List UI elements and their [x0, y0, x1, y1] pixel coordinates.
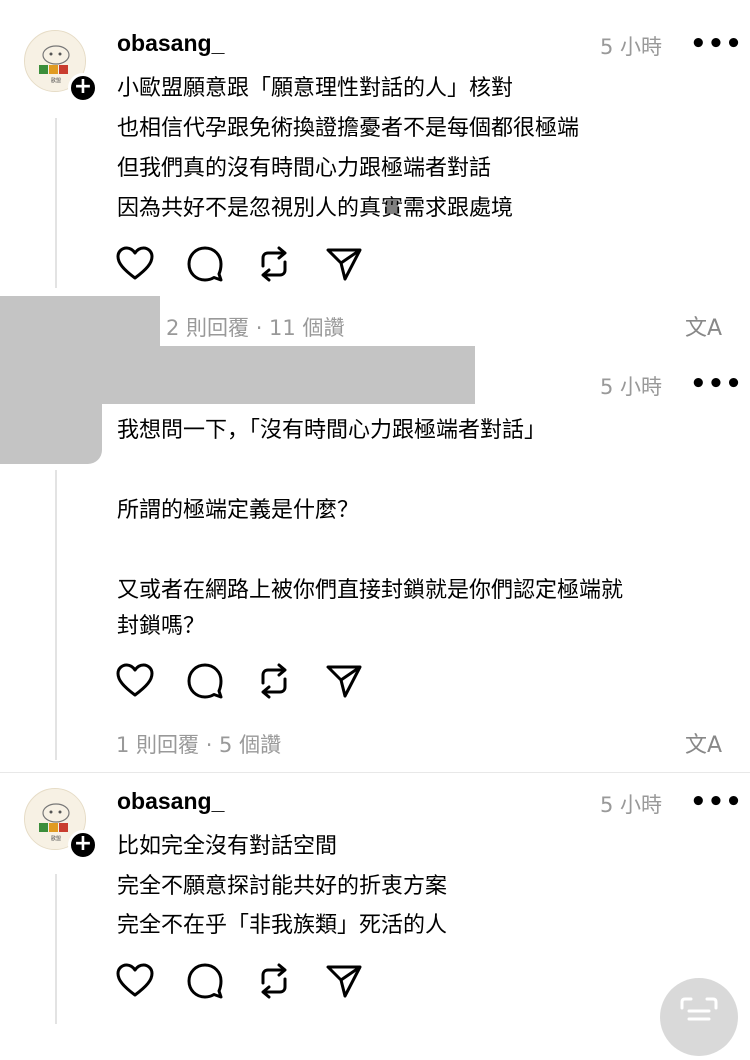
more-options-icon[interactable]: ••• [690, 371, 743, 397]
svg-text:歐盟: 歐盟 [51, 835, 61, 842]
post-text-line: 但我們真的沒有時間心力跟極端者對話 [117, 156, 492, 181]
post-text-line: 完全不在乎「非我族類」死活的人 [117, 913, 448, 938]
repost-icon[interactable] [254, 661, 294, 701]
post-text-line: 完全不願意探討能共好的折衷方案 [117, 874, 448, 899]
heart-icon[interactable] [115, 661, 155, 701]
thread-line [55, 874, 57, 1024]
follow-plus-button[interactable]: + [68, 830, 98, 860]
share-icon[interactable] [324, 244, 364, 284]
timestamp: 5 小時 [600, 375, 663, 399]
post-text-line: 小歐盟願意跟「願意理性對話的人」核對 [117, 76, 514, 101]
replies-likes-count[interactable]: 1 則回覆 · 5 個讚 [116, 729, 281, 759]
svg-text:歐盟: 歐盟 [51, 77, 61, 84]
share-icon[interactable] [324, 961, 364, 1001]
divider [0, 772, 750, 773]
follow-plus-button[interactable]: + [68, 73, 98, 103]
more-options-icon[interactable]: ••• [690, 789, 743, 815]
post-text-line: 封鎖嗎？ [117, 614, 206, 639]
post-text-line: 我想問一下，「沒有時間心力跟極端者對話」 [117, 418, 547, 443]
repost-icon[interactable] [254, 961, 294, 1001]
comment-icon[interactable] [185, 661, 225, 701]
post-text-line: 所謂的極端定義是什麼？ [117, 498, 360, 523]
repost-icon[interactable] [254, 244, 294, 284]
live-text-button[interactable] [660, 978, 738, 1056]
comment-icon[interactable] [185, 244, 225, 284]
thread-line [55, 118, 57, 288]
more-options-icon[interactable]: ••• [690, 31, 743, 57]
post-text-line: 又或者在網路上被你們直接封鎖就是你們認定極端就 [117, 578, 624, 603]
comment-icon[interactable] [185, 961, 225, 1001]
heart-icon[interactable] [115, 961, 155, 1001]
timestamp: 5 小時 [600, 35, 663, 59]
username[interactable]: obasang_ [117, 788, 224, 815]
replies-likes-count[interactable]: 2 則回覆 · 11 個讚 [166, 312, 344, 342]
heart-icon[interactable] [115, 244, 155, 284]
translate-icon[interactable]: 文A [685, 310, 722, 342]
post-text-line: 因為共好不是忽視別人的真實需求跟處境 [117, 196, 514, 221]
username[interactable]: obasang_ [117, 30, 224, 57]
share-icon[interactable] [324, 661, 364, 701]
redaction-block [0, 346, 475, 404]
redaction-block [0, 404, 102, 464]
thread-line [55, 470, 57, 760]
scan-text-icon [680, 997, 718, 1021]
timestamp: 5 小時 [600, 793, 663, 817]
post-text-line: 比如完全沒有對話空間 [117, 834, 338, 859]
post-text-line: 也相信代孕跟免術換證擔憂者不是每個都很極端 [117, 116, 580, 141]
redaction-block [0, 296, 160, 346]
translate-icon[interactable]: 文A [685, 727, 722, 759]
